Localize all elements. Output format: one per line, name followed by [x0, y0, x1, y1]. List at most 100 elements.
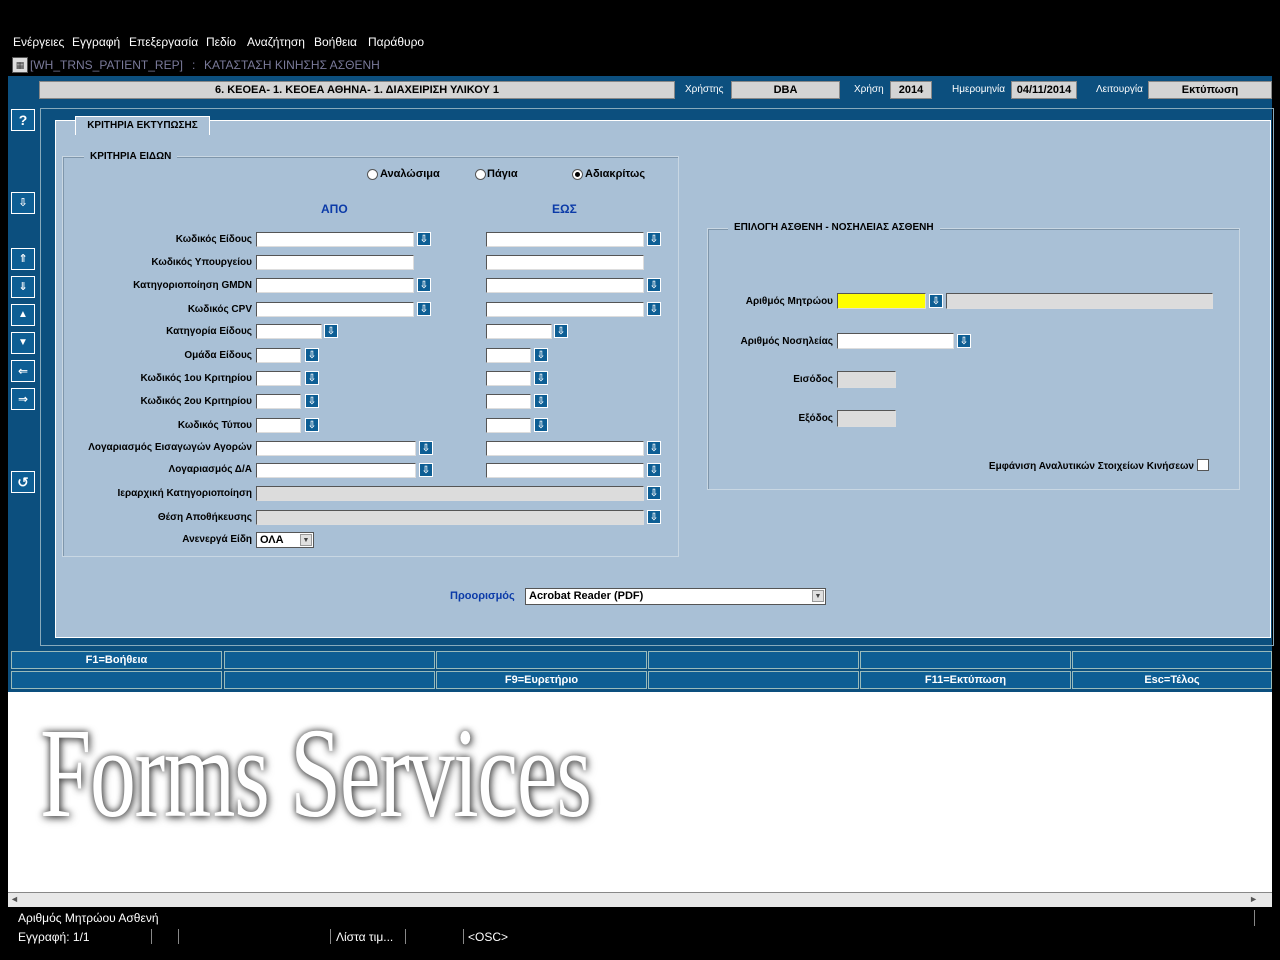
- horizontal-scrollbar[interactable]: ◄ ►: [8, 892, 1272, 907]
- radio-consumables[interactable]: [367, 169, 378, 180]
- record-count: Εγγραφή: 1/1: [18, 930, 90, 944]
- fkey-blank[interactable]: [860, 651, 1071, 669]
- undo-icon[interactable]: ↺: [11, 471, 35, 493]
- menu-search[interactable]: Αναζήτηση: [247, 35, 305, 49]
- lov-icon[interactable]: ⇩: [419, 441, 433, 455]
- criterion1-from-input[interactable]: [256, 371, 301, 386]
- criterion2-from-input[interactable]: [256, 394, 301, 409]
- group-to-input[interactable]: [486, 348, 531, 363]
- admission-number-input[interactable]: [837, 333, 954, 349]
- user-field: DBA: [731, 81, 840, 99]
- lov-icon[interactable]: ⇩: [647, 232, 661, 246]
- item-code-to-input[interactable]: [486, 232, 644, 247]
- fkey-blank[interactable]: [436, 651, 647, 669]
- previous-icon[interactable]: ▲: [11, 304, 35, 326]
- radio-fixed-assets-label: Πάγια: [487, 168, 518, 180]
- purchase-account-to-input[interactable]: [486, 441, 644, 456]
- da-account-label: Λογαριασμός Δ/Α: [168, 464, 252, 475]
- scroll-left-icon[interactable]: ◄: [10, 894, 19, 904]
- group-from-input[interactable]: [256, 348, 301, 363]
- lov-icon[interactable]: ⇩: [417, 232, 431, 246]
- menu-help[interactable]: Βοήθεια: [314, 35, 357, 49]
- chevron-down-icon[interactable]: ▼: [812, 590, 824, 602]
- lov-icon[interactable]: ⇩: [417, 302, 431, 316]
- category-to-input[interactable]: [486, 324, 552, 339]
- lov-icon[interactable]: ⇩: [305, 348, 319, 362]
- lov-icon[interactable]: ⇩: [647, 486, 661, 500]
- lov-icon[interactable]: ⇩: [647, 278, 661, 292]
- inactive-items-select[interactable]: ΟΛΑ ▼: [256, 532, 314, 548]
- lov-icon[interactable]: ⇩: [647, 302, 661, 316]
- lov-icon[interactable]: ⇩: [957, 334, 971, 348]
- menu-window[interactable]: Παράθυρο: [368, 35, 424, 49]
- da-account-from-input[interactable]: [256, 463, 416, 478]
- patient-group-title: ΕΠΙΛΟΓΗ ΑΣΘΕΝΗ - ΝΟΣΗΛΕΙΑΣ ΑΣΘΕΝΗ: [728, 222, 940, 233]
- purchase-account-from-input[interactable]: [256, 441, 416, 456]
- destination-select[interactable]: Acrobat Reader (PDF) ▼: [525, 588, 826, 605]
- lov-icon[interactable]: ⇩: [534, 348, 548, 362]
- f11-print-key[interactable]: F11=Εκτύπωση: [860, 671, 1071, 689]
- lov-icon[interactable]: ⇩: [554, 324, 568, 338]
- fkey-blank[interactable]: [648, 671, 859, 689]
- menu-field[interactable]: Πεδίο: [206, 35, 236, 49]
- status-hint-bar: Αριθμός Μητρώου Ασθενή: [8, 908, 1272, 928]
- fkey-blank[interactable]: [648, 651, 859, 669]
- lov-icon[interactable]: ⇩: [534, 394, 548, 408]
- lov-icon[interactable]: ⇩: [305, 371, 319, 385]
- radio-fixed-assets[interactable]: [475, 169, 486, 180]
- lov-icon[interactable]: ⇩: [305, 394, 319, 408]
- storage-location-label: Θέση Αποθήκευσης: [157, 512, 252, 523]
- f1-help-key[interactable]: F1=Βοήθεια: [11, 651, 222, 669]
- fkey-blank[interactable]: [224, 671, 435, 689]
- ministry-code-label: Κωδικός Υπουργείου: [151, 257, 252, 268]
- ministry-code-to-input[interactable]: [486, 255, 644, 270]
- registry-number-input[interactable]: [837, 293, 926, 309]
- f9-index-key[interactable]: F9=Ευρετήριο: [436, 671, 647, 689]
- type-code-from-input[interactable]: [256, 418, 301, 433]
- item-code-from-input[interactable]: [256, 232, 414, 247]
- lov-icon[interactable]: ⇩: [417, 278, 431, 292]
- da-account-to-input[interactable]: [486, 463, 644, 478]
- menu-actions[interactable]: Ενέργειες: [13, 35, 64, 49]
- menu-edit[interactable]: Επεξεργασία: [129, 35, 198, 49]
- cpv-to-input[interactable]: [486, 302, 644, 317]
- first-record-icon[interactable]: ⇑: [11, 248, 35, 270]
- next-icon[interactable]: ▼: [11, 332, 35, 354]
- fkey-blank[interactable]: [1072, 651, 1272, 669]
- radio-all[interactable]: [572, 169, 583, 180]
- type-code-to-input[interactable]: [486, 418, 531, 433]
- lov-icon[interactable]: ⇩: [419, 463, 433, 477]
- criterion1-to-input[interactable]: [486, 371, 531, 386]
- header-strip: 6. ΚΕΟΕΑ- 1. ΚΕΟΕΑ ΑΘΗΝΑ- 1. ΔΙΑΧΕΙΡΙΣΗ …: [8, 78, 1272, 102]
- lov-icon[interactable]: ⇩: [647, 441, 661, 455]
- lov-icon[interactable]: ⇩: [534, 371, 548, 385]
- lov-icon[interactable]: ⇩: [534, 418, 548, 432]
- chevron-down-icon[interactable]: ▼: [300, 534, 312, 546]
- exit-field: [837, 410, 896, 427]
- right-arrow-icon[interactable]: ⇒: [11, 388, 35, 410]
- criterion2-to-input[interactable]: [486, 394, 531, 409]
- last-record-icon[interactable]: ⇓: [11, 276, 35, 298]
- lov-icon[interactable]: ⇩: [647, 463, 661, 477]
- esc-exit-key[interactable]: Esc=Τέλος: [1072, 671, 1272, 689]
- lov-icon[interactable]: ⇩: [929, 294, 943, 308]
- status-info-bar: Εγγραφή: 1/1 Λίστα τιμ... <OSC>: [8, 928, 1272, 946]
- fkey-blank[interactable]: [224, 651, 435, 669]
- left-arrow-icon[interactable]: ⇐: [11, 360, 35, 382]
- purchase-account-label: Λογαριασμός Εισαγωγών Αγορών: [88, 442, 252, 453]
- gmdn-from-input[interactable]: [256, 278, 414, 293]
- help-button[interactable]: ?: [11, 109, 35, 131]
- ministry-code-from-input[interactable]: [256, 255, 414, 270]
- download-icon[interactable]: ⇩: [11, 192, 35, 214]
- lov-icon[interactable]: ⇩: [647, 510, 661, 524]
- category-from-input[interactable]: [256, 324, 322, 339]
- fkey-blank[interactable]: [11, 671, 222, 689]
- lov-icon[interactable]: ⇩: [324, 324, 338, 338]
- scroll-right-icon[interactable]: ►: [1249, 894, 1258, 904]
- cpv-from-input[interactable]: [256, 302, 414, 317]
- menu-record[interactable]: Εγγραφή: [72, 35, 120, 49]
- lov-icon[interactable]: ⇩: [305, 418, 319, 432]
- tab-print-criteria[interactable]: ΚΡΙΤΗΡΙΑ ΕΚΤΥΠΩΣΗΣ: [75, 116, 210, 135]
- detail-movements-checkbox[interactable]: [1197, 459, 1209, 471]
- gmdn-to-input[interactable]: [486, 278, 644, 293]
